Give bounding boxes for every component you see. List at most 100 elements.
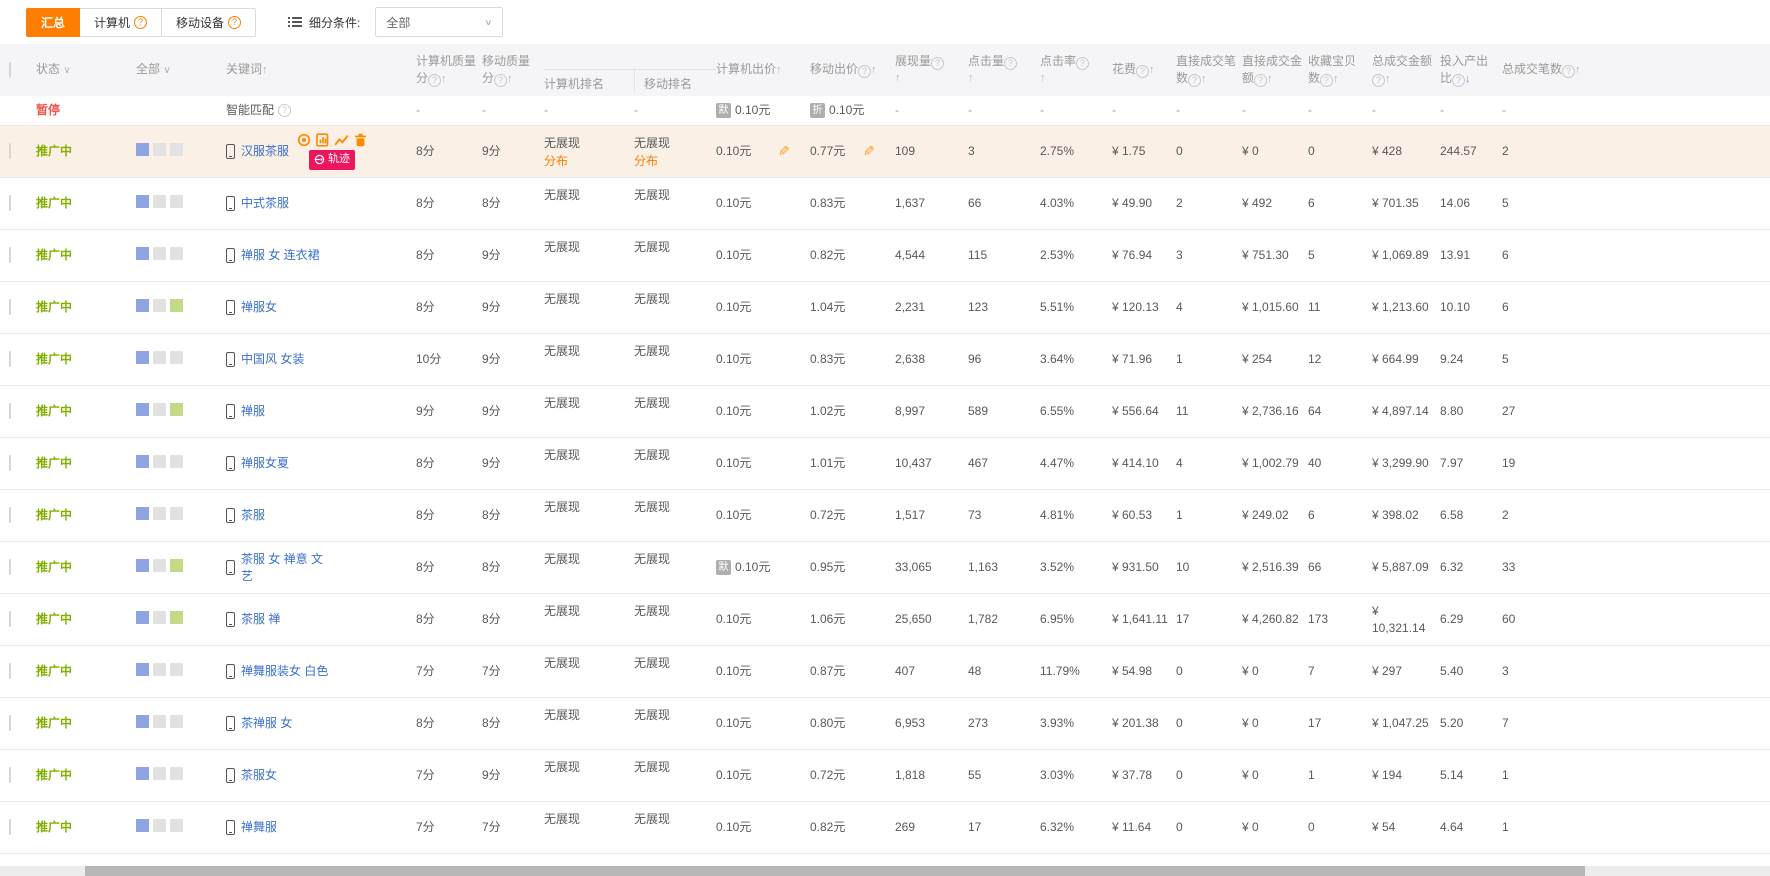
keyword-link[interactable]: 茶服 女 禅意 文艺 (241, 551, 329, 585)
row-checkbox[interactable] (9, 247, 11, 263)
help-icon[interactable]: ? (1320, 74, 1333, 87)
sort-asc-icon[interactable]: ↑ (776, 64, 782, 76)
sort-asc-icon[interactable]: ↑ (871, 64, 877, 76)
keyword-link[interactable]: 禅服 女 连衣裙 (241, 247, 320, 264)
target-icon[interactable] (297, 133, 311, 147)
sort-asc-icon[interactable]: ↑ (507, 73, 513, 85)
mobile-rank-cell-value: 无展现 (634, 498, 710, 516)
tab-summary[interactable]: 汇总 (26, 8, 80, 37)
header-total-orders[interactable]: 总成交笔数?↑ (1502, 61, 1770, 79)
row-checkbox[interactable] (9, 611, 11, 627)
row-checkbox[interactable] (9, 559, 11, 575)
row-checkbox[interactable] (9, 507, 11, 523)
keyword-link[interactable]: 中国风 女装 (241, 351, 304, 368)
header-cost[interactable]: 花费?↑ (1112, 61, 1176, 79)
keyword-link[interactable]: 禅服女夏 (241, 455, 289, 472)
distribution-link[interactable]: 分布 (544, 152, 628, 170)
row-checkbox[interactable] (9, 299, 11, 315)
sort-asc-icon[interactable]: ↑ (1385, 73, 1391, 85)
header-all[interactable]: 全部 ∨ (136, 61, 226, 79)
header-mobile-quality[interactable]: 移动质量分?↑ (482, 53, 544, 88)
cost-cell: ¥ 76.94 (1112, 247, 1176, 264)
row-checkbox[interactable] (9, 715, 11, 731)
row-checkbox[interactable] (9, 663, 11, 679)
header-mobile-rank[interactable]: 移动排名 (634, 44, 716, 96)
sort-asc-icon[interactable]: ↑ (441, 73, 447, 85)
help-icon[interactable]: ? (1372, 74, 1385, 87)
status-cell: 推广中 (36, 663, 136, 680)
help-icon[interactable]: ? (1004, 57, 1017, 70)
distribution-link[interactable]: 分布 (634, 152, 710, 170)
header-direct-orders[interactable]: 直接成交笔数?↑ (1176, 53, 1242, 88)
row-checkbox[interactable] (9, 195, 11, 211)
row-checkbox[interactable] (9, 455, 11, 471)
help-icon[interactable]: ? (1076, 57, 1089, 70)
header-ctr[interactable]: 点击率?↑ (1040, 53, 1112, 87)
keyword-link[interactable]: 茶服女 (241, 767, 277, 784)
keyword-link[interactable]: 汉服茶服 (241, 143, 289, 160)
help-icon[interactable]: ? (134, 16, 147, 29)
keyword-link[interactable]: 禅舞服装女 白色 (241, 663, 328, 680)
tab-mobile[interactable]: 移动设备 ? (161, 8, 256, 37)
header-pc-rank[interactable]: 计算机排名 (544, 44, 634, 96)
row-checkbox[interactable] (9, 351, 11, 367)
help-icon[interactable]: ? (494, 74, 507, 87)
sort-asc-icon[interactable]: ↑ (1575, 64, 1581, 76)
sort-asc-icon[interactable]: ↑ (895, 70, 962, 87)
edit-bid-icon[interactable]: ✎ (778, 143, 790, 160)
row-checkbox[interactable] (9, 143, 11, 159)
track-badge[interactable]: 轨迹 (309, 150, 355, 170)
keyword-link[interactable]: 禅服女 (241, 299, 277, 316)
sort-asc-icon[interactable]: ↑ (1333, 73, 1339, 85)
sort-desc-icon[interactable]: ↓ (1465, 73, 1471, 85)
help-icon[interactable]: ? (428, 74, 441, 87)
help-icon[interactable]: ? (858, 65, 871, 78)
report-icon[interactable] (316, 133, 329, 147)
sort-asc-icon[interactable]: ↑ (1267, 73, 1273, 85)
help-icon[interactable]: ? (1452, 74, 1465, 87)
total-amount-cell: ¥ 1,047.25 (1372, 715, 1440, 732)
help-icon[interactable]: ? (1562, 65, 1575, 78)
trend-icon[interactable] (334, 133, 349, 147)
keyword-link[interactable]: 茶服 (241, 507, 265, 524)
help-icon[interactable]: ? (1136, 65, 1149, 78)
keyword-link[interactable]: 茶服 禅 (241, 611, 280, 628)
header-mobile-bid[interactable]: 移动出价?↑ (810, 61, 895, 79)
sort-asc-icon[interactable]: ↑ (968, 70, 1034, 87)
header-pc-quality[interactable]: 计算机质量分?↑ (416, 53, 482, 88)
header-status[interactable]: 状态 ∨ (36, 61, 136, 79)
help-icon[interactable]: ? (931, 57, 944, 70)
keyword-link[interactable]: 禅服 (241, 403, 265, 420)
segment-filter-select[interactable]: 全部 ∨ (375, 7, 503, 37)
sort-asc-icon[interactable]: ↑ (1040, 70, 1106, 87)
header-roi[interactable]: 投入产出比?↓ (1440, 53, 1502, 88)
keyword-link[interactable]: 禅舞服 (241, 819, 277, 836)
header-direct-amount[interactable]: 直接成交金额?↑ (1242, 53, 1308, 88)
sort-asc-icon[interactable]: ↑ (1201, 73, 1207, 85)
header-pc-bid[interactable]: 计算机出价↑ (716, 61, 810, 79)
header-mobile-rank-label: 移动排名 (644, 77, 692, 91)
tab-computer[interactable]: 计算机 ? (79, 8, 162, 37)
keyword-link[interactable]: 茶禅服 女 (241, 715, 292, 732)
help-icon[interactable]: ? (1254, 74, 1267, 87)
header-keyword[interactable]: 关键词↑ (226, 61, 416, 79)
help-icon[interactable]: ? (278, 104, 291, 117)
edit-bid-icon[interactable]: ✎ (863, 143, 875, 160)
delete-icon[interactable] (354, 133, 367, 147)
impressions-cell: 269 (895, 819, 968, 836)
sort-asc-icon[interactable]: ↑ (1149, 64, 1155, 76)
horizontal-scrollbar-thumb[interactable] (85, 866, 1585, 876)
header-clicks[interactable]: 点击量?↑ (968, 53, 1040, 87)
help-icon[interactable]: ? (228, 16, 241, 29)
row-checkbox[interactable] (9, 767, 11, 783)
horizontal-scrollbar-track[interactable] (0, 866, 1770, 876)
row-checkbox[interactable] (9, 403, 11, 419)
header-total-amount[interactable]: 总成交金额?↑ (1372, 53, 1440, 88)
header-favorites[interactable]: 收藏宝贝数?↑ (1308, 53, 1372, 88)
row-checkbox[interactable] (9, 819, 11, 835)
select-all-checkbox[interactable] (9, 62, 11, 78)
help-icon[interactable]: ? (1188, 74, 1201, 87)
keyword-link[interactable]: 中式茶服 (241, 195, 289, 212)
header-impressions[interactable]: 展现量?↑ (895, 53, 968, 87)
sort-asc-icon[interactable]: ↑ (262, 64, 268, 76)
